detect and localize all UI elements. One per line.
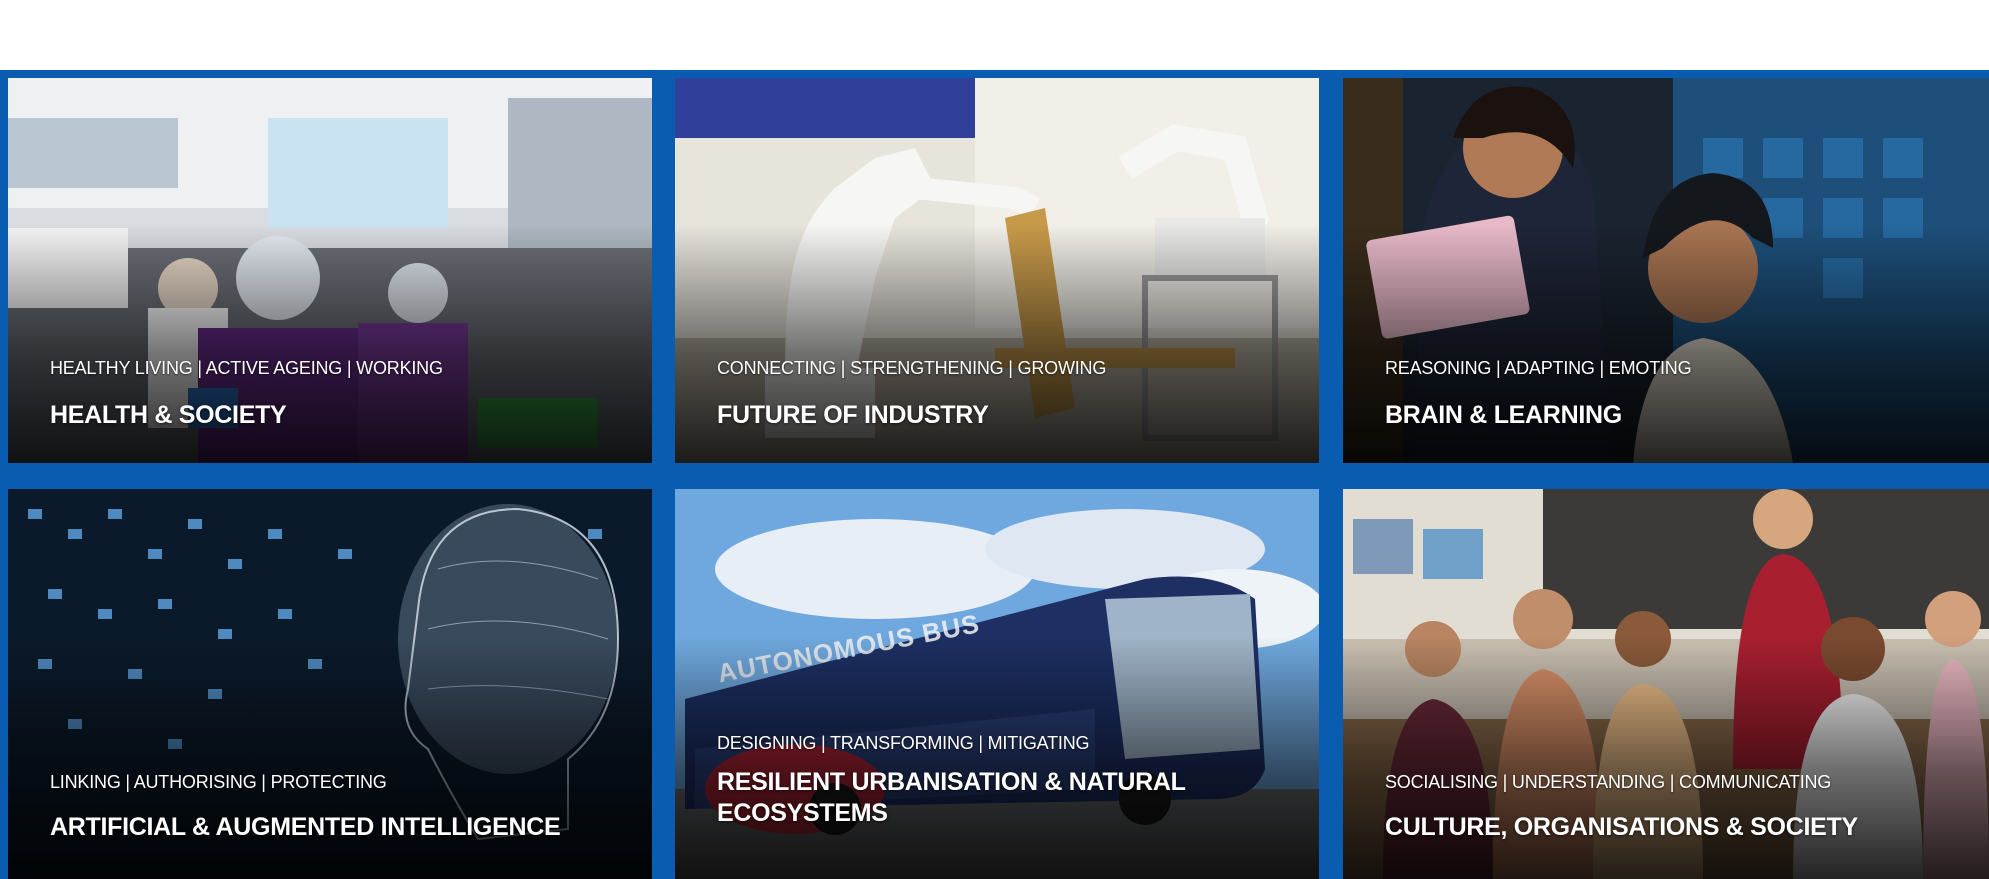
tile-resilient-urbanisation[interactable]: AUTONOMOUS BUS DESIGNING | TRANSFORMING …	[675, 489, 1319, 879]
tile-title[interactable]: RESILIENT URBANISATION & NATURAL ECOSYST…	[717, 767, 1237, 829]
tile-health-society[interactable]: HEALTHY LIVING | ACTIVE AGEING | WORKING…	[8, 78, 652, 463]
tile-subtitle: SOCIALISING | UNDERSTANDING | COMMUNICAT…	[1385, 772, 1832, 792]
tile-title[interactable]: ARTIFICIAL & AUGMENTED INTELLIGENCE	[50, 812, 561, 843]
tile-artificial-augmented-intelligence[interactable]: LINKING | AUTHORISING | PROTECTING ARTIF…	[8, 489, 652, 879]
tile-title[interactable]: FUTURE OF INDUSTRY	[717, 400, 989, 431]
tile-title[interactable]: HEALTH & SOCIETY	[50, 400, 287, 431]
tile-subtitle: DESIGNING | TRANSFORMING | MITIGATING	[717, 733, 1090, 753]
tile-brain-learning[interactable]: REASONING | ADAPTING | EMOTING BRAIN & L…	[1343, 78, 1989, 463]
tile-future-of-industry[interactable]: CONNECTING | STRENGTHENING | GROWING FUT…	[675, 78, 1319, 463]
tile-culture-organisations-society[interactable]: SOCIALISING | UNDERSTANDING | COMMUNICAT…	[1343, 489, 1989, 879]
tile-subtitle: LINKING | AUTHORISING | PROTECTING	[50, 772, 387, 792]
tile-subtitle: CONNECTING | STRENGTHENING | GROWING	[717, 358, 1107, 378]
tile-shade	[675, 637, 1319, 879]
tile-title[interactable]: CULTURE, ORGANISATIONS & SOCIETY	[1385, 812, 1858, 843]
tile-subtitle: REASONING | ADAPTING | EMOTING	[1385, 358, 1692, 378]
research-themes-grid: HEALTHY LIVING | ACTIVE AGEING | WORKING…	[0, 70, 1989, 879]
tile-subtitle: HEALTHY LIVING | ACTIVE AGEING | WORKING	[50, 358, 443, 378]
tile-title[interactable]: BRAIN & LEARNING	[1385, 400, 1622, 431]
